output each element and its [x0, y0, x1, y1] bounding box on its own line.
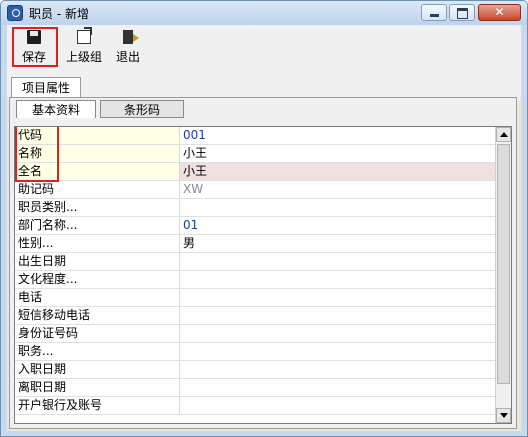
- row-label: 电话: [15, 289, 180, 306]
- row-label: 助记码: [15, 181, 180, 198]
- subtab-basic-info[interactable]: 基本资料: [16, 100, 96, 118]
- minimize-button[interactable]: [421, 4, 447, 21]
- row-label: 短信移动电话: [15, 307, 180, 324]
- title-bar: 职员 - 新增 ✕: [1, 1, 527, 25]
- row-value-field[interactable]: 小王: [180, 163, 495, 180]
- row-value-field[interactable]: [180, 379, 495, 396]
- row-value-field[interactable]: 001: [180, 127, 495, 144]
- table-row[interactable]: 性别... 男: [15, 235, 495, 253]
- row-value-field[interactable]: [180, 253, 495, 270]
- client-area: 保存 上级组 退出 项目属性 基本资料 条形码 代码 001 名称 小王 全名 小王 助记码…: [7, 25, 521, 431]
- subtab-barcode[interactable]: 条形码: [100, 100, 184, 118]
- row-value-field[interactable]: 小王: [180, 145, 495, 162]
- exit-button[interactable]: 退出: [113, 27, 143, 67]
- close-button[interactable]: ✕: [478, 4, 521, 21]
- exit-door-icon: [123, 30, 139, 44]
- parent-group-button[interactable]: 上级组: [61, 27, 107, 67]
- row-value-field[interactable]: [180, 343, 495, 360]
- scroll-down-icon[interactable]: [496, 408, 511, 423]
- table-row[interactable]: 助记码 XW: [15, 181, 495, 199]
- row-value-field[interactable]: [180, 307, 495, 324]
- required-fields-highlight-box: [15, 127, 59, 182]
- employee-window: 职员 - 新增 ✕ 保存 上级组 退出 项目属性 基本资料 条形码 代码 001…: [0, 0, 528, 437]
- property-grid: 代码 001 名称 小王 全名 小王 助记码 XW 职员类别... 部门名称... 01 性别... 男…: [14, 126, 512, 424]
- row-value-field[interactable]: [180, 325, 495, 342]
- properties-panel: 基本资料 条形码 代码 001 名称 小王 全名 小王 助记码 XW 职员类别... 部门名称..…: [9, 97, 517, 429]
- row-value-field[interactable]: [180, 397, 495, 414]
- table-row[interactable]: 出生日期: [15, 253, 495, 271]
- row-label: 开户银行及账号: [15, 397, 180, 414]
- parent-group-label: 上级组: [65, 50, 102, 64]
- row-label: 离职日期: [15, 379, 180, 396]
- row-label: 性别...: [15, 235, 180, 252]
- row-label: 入职日期: [15, 361, 180, 378]
- row-label: 职务...: [15, 343, 180, 360]
- scroll-up-icon[interactable]: [496, 127, 511, 142]
- table-row[interactable]: 电话: [15, 289, 495, 307]
- table-row[interactable]: 身份证号码: [15, 325, 495, 343]
- table-row[interactable]: 代码 001: [15, 127, 495, 145]
- row-label: 出生日期: [15, 253, 180, 270]
- exit-label: 退出: [115, 50, 140, 64]
- row-value-field[interactable]: 01: [180, 217, 495, 234]
- tab-item-properties[interactable]: 项目属性: [11, 77, 81, 98]
- row-label: 文化程度...: [15, 271, 180, 288]
- row-value-field[interactable]: 男: [180, 235, 495, 252]
- scroll-thumb[interactable]: [497, 144, 510, 384]
- row-label: 职员类别...: [15, 199, 180, 216]
- row-value-field[interactable]: [180, 199, 495, 216]
- row-label: 身份证号码: [15, 325, 180, 342]
- row-value-field[interactable]: [180, 361, 495, 378]
- app-icon: [7, 5, 23, 21]
- row-value-field[interactable]: [180, 289, 495, 306]
- table-row[interactable]: 职务...: [15, 343, 495, 361]
- row-value-field[interactable]: [180, 271, 495, 288]
- table-row[interactable]: 开户银行及账号: [15, 397, 495, 415]
- table-row[interactable]: 职员类别...: [15, 199, 495, 217]
- table-row[interactable]: 文化程度...: [15, 271, 495, 289]
- toolbar: 保存 上级组 退出: [7, 25, 521, 70]
- table-row[interactable]: 名称 小王: [15, 145, 495, 163]
- vertical-scrollbar[interactable]: [495, 127, 511, 423]
- table-row[interactable]: 部门名称... 01: [15, 217, 495, 235]
- table-row[interactable]: 短信移动电话: [15, 307, 495, 325]
- close-icon: ✕: [494, 5, 505, 19]
- table-row[interactable]: 离职日期: [15, 379, 495, 397]
- row-value-field[interactable]: XW: [180, 181, 495, 198]
- window-title: 职员 - 新增: [29, 7, 89, 21]
- table-row[interactable]: 全名 小王: [15, 163, 495, 181]
- row-label: 部门名称...: [15, 217, 180, 234]
- maximize-button[interactable]: [449, 4, 475, 21]
- parent-group-icon: [77, 27, 92, 44]
- save-highlight-box: [12, 27, 58, 67]
- table-row[interactable]: 入职日期: [15, 361, 495, 379]
